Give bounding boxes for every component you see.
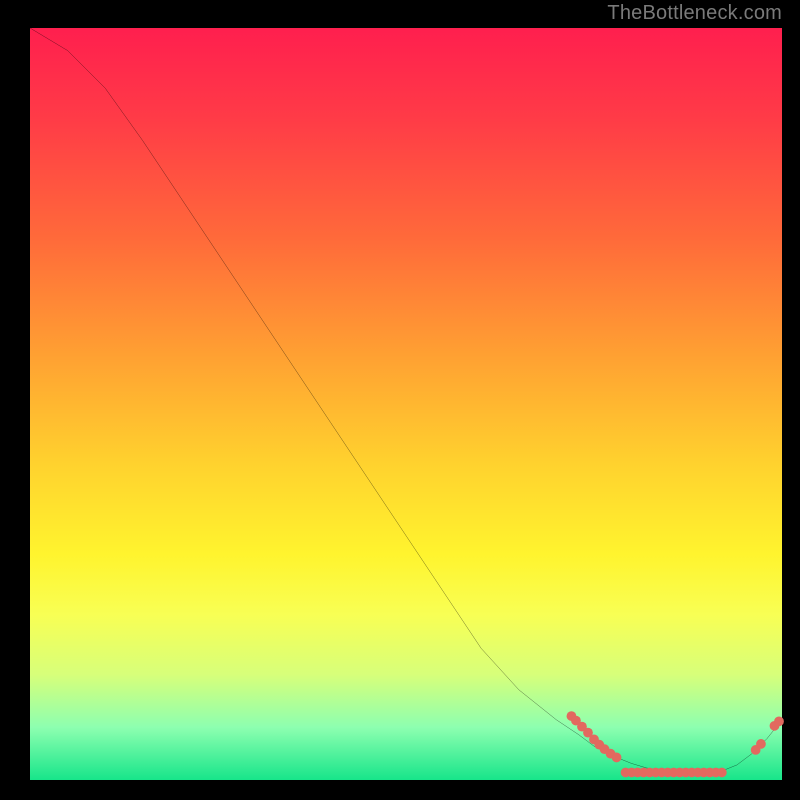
series-line <box>30 28 782 772</box>
chart-container: TheBottleneck.com <box>0 0 800 800</box>
data-point <box>774 716 784 726</box>
plot-area <box>30 28 782 780</box>
chart-svg <box>30 28 782 780</box>
data-point <box>717 768 727 778</box>
data-point <box>612 753 622 763</box>
watermark-text: TheBottleneck.com <box>607 2 782 25</box>
data-point <box>756 739 766 749</box>
series-markers <box>567 711 784 777</box>
